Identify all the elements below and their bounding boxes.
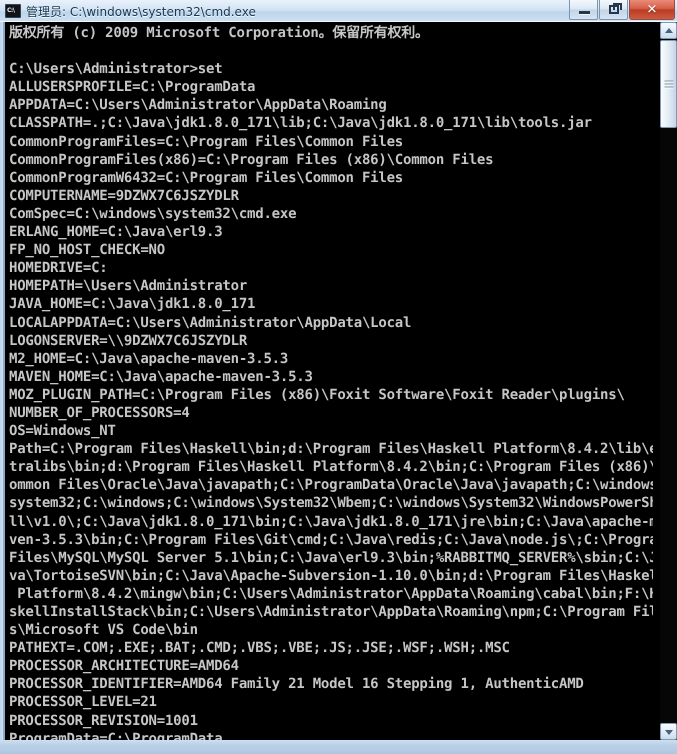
console-line: NUMBER_OF_PROCESSORS=4 (9, 404, 190, 421)
console-line: M2_HOME=C:\Java\apache-maven-3.5.3 (9, 350, 289, 367)
console-line: skellInstallStack\bin;C:\Users\Administr… (9, 604, 653, 620)
console-line: ComSpec=C:\windows\system32\cmd.exe (9, 205, 297, 222)
console-line: Platform\8.4.2\mingw\bin;C:\Users\Admini… (9, 585, 653, 602)
console-line: PROCESSOR_ARCHITECTURE=AMD64 (9, 658, 239, 675)
console-line: PROCESSOR_REVISION=1001 (9, 712, 198, 729)
console-line: ALLUSERSPROFILE=C:\ProgramData (9, 79, 256, 96)
console-line: system32;C:\windows;C:\windows\System32\… (9, 495, 653, 512)
console-line: PROCESSOR_LEVEL=21 (9, 694, 157, 711)
console-output-area[interactable]: 版权所有 (c) 2009 Microsoft Corporation。保留所有… (3, 22, 674, 740)
console-line: CommonProgramW6432=C:\Program Files\Comm… (9, 169, 404, 186)
console-line: ERLANG_HOME=C:\Java\erl9.3 (9, 224, 223, 241)
cmd-window: C:\ 管理员: C:\windows\system32\cmd.exe ✕ 版… (0, 0, 677, 754)
title-bar[interactable]: C:\ 管理员: C:\windows\system32\cmd.exe ✕ (0, 0, 677, 22)
console-line: HOMEDRIVE=C: (9, 260, 108, 277)
minimize-icon (579, 11, 590, 14)
console-line: C:\Users\Administrator>set (9, 61, 223, 78)
close-button[interactable]: ✕ (629, 0, 675, 20)
scrollbar-thumb[interactable] (660, 40, 677, 128)
console-line: PROCESSOR_IDENTIFIER=AMD64 Family 21 Mod… (9, 676, 584, 693)
console-line: ProgramData=C:\ProgramData (9, 730, 223, 740)
chevron-up-icon (664, 27, 673, 33)
console-line: 版权所有 (c) 2009 Microsoft Corporation。保留所有… (9, 25, 429, 41)
console-line: ven-3.5.3\bin;C:\Program Files\Git\cmd;C… (9, 531, 653, 548)
grip-icon (664, 80, 673, 88)
console-line: APPDATA=C:\Users\Administrator\AppData\R… (9, 97, 387, 114)
restore-icon (609, 3, 622, 14)
scrollbar-track[interactable] (660, 22, 677, 740)
console-line: CLASSPATH=.;C:\Java\jdk1.8.0_171\lib;C:\… (9, 115, 592, 132)
minimize-button[interactable] (569, 0, 598, 20)
console-line: Files\MySQL\MySQL Server 5.1\bin;C:\Java… (9, 549, 653, 566)
console-line: tralibs\bin;d:\Program Files\Haskell Pla… (9, 459, 653, 476)
console-line: JAVA_HOME=C:\Java\jdk1.8.0_171 (9, 296, 256, 313)
console-line: s\Microsoft VS Code\bin (9, 622, 198, 639)
console-line: LOGONSERVER=\\9DZWX7C6JSZYDLR (9, 332, 248, 349)
restore-button[interactable] (599, 0, 628, 20)
console-line: MOZ_PLUGIN_PATH=C:\Program Files (x86)\F… (9, 386, 625, 403)
window-bottom-border (0, 740, 677, 754)
console-line: COMPUTERNAME=9DZWX7C6JSZYDLR (9, 187, 239, 204)
console-line: LOCALAPPDATA=C:\Users\Administrator\AppD… (9, 314, 412, 331)
console-line: Path=C:\Program Files\Haskell\bin;d:\Pro… (9, 441, 653, 458)
cmd-icon-glyph: C:\ (7, 7, 15, 14)
scroll-down-button[interactable] (660, 723, 677, 740)
console-line: OS=Windows_NT (9, 423, 116, 440)
close-icon: ✕ (646, 2, 658, 17)
console-line: ommon Files\Oracle\Java\javapath;C:\Prog… (9, 477, 653, 494)
window-title: 管理员: C:\windows\system32\cmd.exe (26, 4, 256, 19)
console-line: ll\v1.0\;C:\Java\jdk1.8.0_171\bin;C:\Jav… (9, 513, 653, 530)
console-line: va\TortoiseSVN\bin;C:\Java\Apache-Subver… (9, 567, 653, 584)
caption-buttons: ✕ (569, 0, 675, 21)
chevron-down-icon (664, 729, 673, 735)
console-line: FP_NO_HOST_CHECK=NO (9, 242, 165, 259)
scroll-up-button[interactable] (660, 22, 677, 39)
console-line: MAVEN_HOME=C:\Java\apache-maven-3.5.3 (9, 368, 313, 385)
console-line: CommonProgramFiles(x86)=C:\Program Files… (9, 151, 494, 168)
console-text: 版权所有 (c) 2009 Microsoft Corporation。保留所有… (9, 24, 653, 740)
vertical-scrollbar[interactable] (660, 22, 677, 740)
cmd-icon: C:\ (5, 4, 21, 18)
console-line: CommonProgramFiles=C:\Program Files\Comm… (9, 133, 404, 150)
console-line: PATHEXT=.COM;.EXE;.BAT;.CMD;.VBS;.VBE;.J… (9, 640, 510, 657)
console-line: HOMEPATH=\Users\Administrator (9, 278, 248, 295)
